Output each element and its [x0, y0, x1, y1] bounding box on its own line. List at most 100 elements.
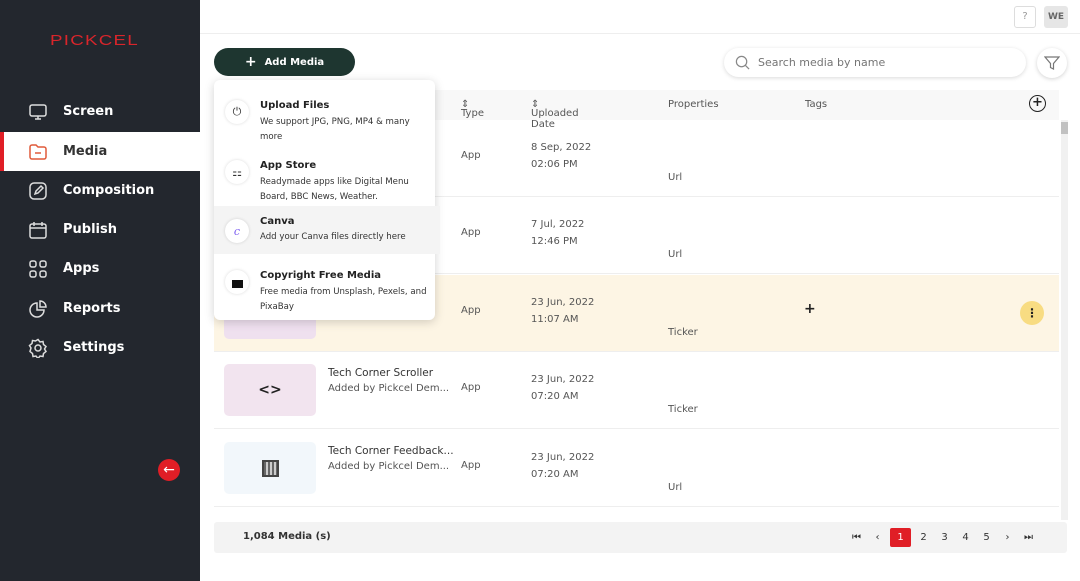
menu-item-title: Upload Files: [260, 100, 330, 111]
table-row[interactable]: Tech Corner Feedback... Added by Pickcel…: [214, 430, 1059, 507]
qr-code-icon: [224, 442, 316, 494]
footer: 1,084 Media (s) ⏮ ‹ 1 2 3 4 5 › ⏭: [214, 522, 1067, 553]
sidebar-item-label: Composition: [63, 183, 155, 198]
sidebar-item-screen[interactable]: Screen: [0, 92, 200, 131]
sidebar-item-settings[interactable]: Settings: [0, 328, 200, 367]
upload-date: 23 Jun, 2022: [531, 297, 595, 308]
property: Ticker: [668, 404, 698, 415]
media-name[interactable]: Tech Corner Scroller: [328, 367, 433, 379]
menu-item-app-store[interactable]: ⚏ App Store Readymade apps like Digital …: [214, 146, 435, 206]
sidebar-item-apps[interactable]: Apps: [0, 249, 200, 288]
search-box[interactable]: [724, 48, 1026, 77]
sidebar-item-label: Reports: [63, 301, 121, 316]
filter-button[interactable]: [1037, 48, 1067, 78]
sidebar-item-label: Apps: [63, 261, 100, 276]
page-5[interactable]: 5: [978, 528, 995, 547]
media-name[interactable]: Tech Corner Feedback...: [328, 445, 454, 457]
type: App: [461, 305, 481, 316]
upload-date: 8 Sep, 2022: [531, 142, 592, 153]
search-input[interactable]: [758, 56, 998, 69]
edit-icon: [29, 182, 47, 200]
page-4[interactable]: 4: [957, 528, 974, 547]
upload-time: 07:20 AM: [531, 391, 579, 402]
menu-item-copyright-free-media[interactable]: Copyright Free Media Free media from Uns…: [214, 256, 435, 316]
canva-icon: c: [225, 219, 249, 243]
property: Url: [668, 482, 683, 493]
page-1[interactable]: 1: [890, 528, 911, 547]
last-page-icon[interactable]: ⏭: [1020, 528, 1037, 547]
add-media-menu: ⏻ Upload Files We support JPG, PNG, MP4 …: [214, 80, 440, 320]
property: Url: [668, 249, 683, 260]
add-media-button[interactable]: + Add Media: [214, 48, 355, 76]
plus-icon: +: [244, 54, 257, 70]
menu-item-title: Copyright Free Media: [260, 270, 382, 281]
pickcel-logo: PICKCEL: [50, 32, 140, 49]
media-count: 1,084 Media (s): [243, 531, 331, 542]
top-bar: [200, 0, 1080, 34]
menu-item-desc: Add your Canva files directly here: [260, 232, 406, 242]
upload-icon: ⏻: [225, 100, 249, 124]
avatar[interactable]: WE: [1044, 6, 1068, 28]
menu-item-desc: Free media from Unsplash, Pexels, and Pi…: [260, 287, 427, 312]
add-media-label: Add Media: [264, 56, 325, 68]
sidebar-item-label: Screen: [63, 104, 114, 119]
pagination: ⏮ ‹ 1 2 3 4 5 › ⏭: [848, 528, 1037, 547]
type: App: [461, 227, 481, 238]
more-options-icon[interactable]: ⋮: [1020, 301, 1044, 325]
filter-icon: [1044, 56, 1060, 70]
monitor-icon: [29, 104, 47, 120]
type: App: [461, 460, 481, 471]
property: Ticker: [668, 327, 698, 338]
menu-item-desc: We support JPG, PNG, MP4 & many more: [260, 117, 410, 142]
added-by: Added by Pickcel Dem...: [328, 461, 450, 472]
sidebar-item-media[interactable]: Media: [0, 132, 200, 171]
help-button[interactable]: ?: [1014, 6, 1036, 28]
sidebar-item-reports[interactable]: Reports: [0, 289, 200, 328]
sidebar-item-composition[interactable]: Composition: [0, 171, 200, 210]
added-by: Added by Pickcel Dem...: [328, 383, 450, 394]
sidebar-item-label: Publish: [63, 222, 117, 237]
scrollbar[interactable]: [1061, 120, 1068, 520]
menu-item-canva[interactable]: c Canva Add your Canva files directly he…: [214, 206, 440, 254]
type: App: [461, 150, 481, 161]
column-type[interactable]: Type ⇕: [461, 99, 484, 119]
collapse-sidebar-button[interactable]: ←: [158, 459, 180, 481]
page-3[interactable]: 3: [936, 528, 953, 547]
first-page-icon[interactable]: ⏮: [848, 528, 865, 547]
sidebar: PICKCEL Screen Media Composition Publish…: [0, 0, 200, 581]
menu-item-desc: Readymade apps like Digital Menu Board, …: [260, 177, 409, 202]
property: Url: [668, 172, 683, 183]
gear-icon: [28, 338, 47, 358]
upload-date: 7 Jul, 2022: [531, 219, 585, 230]
add-tag-button[interactable]: +: [804, 301, 816, 317]
code-icon: <>: [224, 364, 316, 416]
upload-time: 07:20 AM: [531, 469, 579, 480]
menu-item-title: App Store: [260, 160, 317, 171]
column-properties: Properties: [668, 99, 719, 110]
page-2[interactable]: 2: [915, 528, 932, 547]
upload-date: 23 Jun, 2022: [531, 374, 595, 385]
column-tags: Tags: [805, 99, 828, 110]
sidebar-item-label: Media: [63, 144, 108, 159]
menu-item-title: Canva: [260, 216, 295, 227]
menu-item-upload-files[interactable]: ⏻ Upload Files We support JPG, PNG, MP4 …: [214, 86, 435, 146]
type: App: [461, 382, 481, 393]
apps-icon: [29, 260, 47, 278]
upload-time: 02:06 PM: [531, 159, 578, 170]
search-icon: [735, 55, 750, 70]
add-column-icon[interactable]: +: [1029, 95, 1046, 112]
upload-time: 12:46 PM: [531, 236, 578, 247]
sidebar-item-publish[interactable]: Publish: [0, 210, 200, 249]
calendar-icon: [29, 222, 47, 239]
folder-icon: [29, 144, 47, 160]
next-page-icon[interactable]: ›: [999, 528, 1016, 547]
sidebar-item-label: Settings: [63, 340, 125, 355]
prev-page-icon[interactable]: ‹: [869, 528, 886, 547]
column-uploaded-date[interactable]: Uploaded Date ⇕: [531, 99, 579, 130]
upload-date: 23 Jun, 2022: [531, 452, 595, 463]
pie-chart-icon: [29, 300, 47, 318]
apps-icon: ⚏: [225, 160, 249, 184]
table-row[interactable]: <> Tech Corner Scroller Added by Pickcel…: [214, 352, 1059, 429]
upload-time: 11:07 AM: [531, 314, 579, 325]
free-media-icon: [225, 270, 249, 294]
